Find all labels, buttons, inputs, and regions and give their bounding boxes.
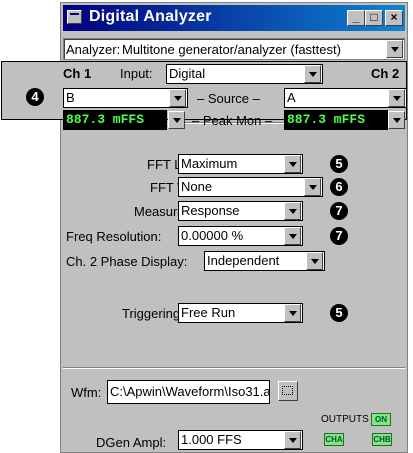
source-ch1-value: B	[66, 90, 75, 105]
output-cha-button[interactable]: CHA	[324, 433, 344, 446]
fft-length-dropdown-button[interactable]	[284, 155, 301, 173]
measurement-value: Response	[181, 203, 240, 218]
window-title: Digital Analyzer	[89, 8, 212, 25]
peak-mon-ch2-value: 887.3 mFFS	[287, 112, 366, 127]
source-ch2-value: A	[287, 90, 296, 105]
ch1-label: Ch 1	[63, 66, 92, 81]
minimize-button[interactable]: _	[347, 10, 365, 26]
callout-badge: 5	[330, 155, 348, 173]
peak-mon-ch2-readout: 887.3 mFFS	[284, 110, 388, 130]
triggering-label: Triggering:	[122, 306, 184, 321]
input-value: Digital	[169, 66, 206, 81]
callout-badge: 5	[330, 304, 348, 322]
title-bar[interactable]: Digital Analyzer _ □ ×	[63, 5, 405, 31]
peak-mon-label: – Peak Mon –	[192, 113, 273, 128]
input-select[interactable]: Digital	[166, 64, 323, 84]
analyzer-row: Analyzer: Multitone generator/analyzer (…	[63, 38, 405, 60]
callout-badge: 7	[330, 202, 348, 220]
source-label: – Source –	[197, 91, 260, 106]
callout-badge: 6	[330, 178, 348, 196]
browse-button[interactable]	[278, 381, 298, 401]
ch2-label: Ch 2	[371, 66, 400, 81]
peak-mon-ch1-dropdown-button[interactable]	[168, 111, 185, 129]
maximize-button[interactable]: □	[365, 10, 383, 26]
outputs-on-button[interactable]: ON	[371, 413, 391, 426]
peak-mon-ch2-dropdown-button[interactable]	[388, 111, 405, 129]
output-chb-button[interactable]: CHB	[372, 433, 392, 446]
phase-display-value: Independent	[207, 253, 280, 268]
callout-badge: 7	[330, 227, 348, 245]
dgen-ampl-value: 1.000 FFS	[181, 432, 242, 447]
peak-mon-ch1-value: 887.3 mFFS	[66, 112, 145, 127]
dgen-ampl-label: DGen Ampl:	[96, 435, 167, 450]
source-ch2-dropdown-button[interactable]	[388, 89, 405, 107]
phase-display-dropdown-button[interactable]	[306, 252, 323, 270]
input-label: Input:	[120, 66, 153, 81]
fft-length-value: Maximum	[181, 156, 238, 171]
peak-mon-ch1-readout: 887.3 mFFS	[63, 110, 167, 130]
callout-badge: 4	[26, 88, 44, 106]
phase-display-label: Ch. 2 Phase Display:	[66, 254, 188, 269]
divider	[63, 367, 405, 369]
fft-window-select[interactable]: None	[178, 177, 323, 197]
browse-icon	[282, 386, 293, 395]
fft-window-value: None	[181, 179, 213, 194]
triggering-dropdown-button[interactable]	[284, 304, 301, 322]
input-dropdown-button[interactable]	[304, 65, 321, 83]
triggering-value: Free Run	[181, 305, 236, 320]
waveform-path-value: C:\Apwin\Waveform\Iso31.ag	[110, 384, 270, 399]
analyzer-label: Analyzer:	[66, 42, 121, 57]
freq-resolution-label: Freq Resolution:	[66, 229, 162, 244]
measurement-dropdown-button[interactable]	[284, 202, 301, 220]
window-icon[interactable]	[67, 10, 82, 24]
freq-resolution-value: 0.00000 %	[181, 228, 244, 243]
analyzer-dropdown-button[interactable]	[386, 40, 403, 58]
analyzer-select[interactable]: Multitone generator/analyzer (fasttest)	[122, 41, 341, 59]
waveform-path-field[interactable]: C:\Apwin\Waveform\Iso31.ag	[107, 380, 270, 404]
outputs-label: OUTPUTS	[321, 414, 369, 425]
waveform-label: Wfm:	[71, 385, 102, 400]
freq-resolution-dropdown-button[interactable]	[284, 227, 301, 245]
inputs-section: Ch 1 Input: Digital Ch 2 4 B – Source – …	[1, 61, 407, 130]
dgen-ampl-dropdown-button[interactable]	[284, 431, 301, 449]
fft-window-dropdown-button[interactable]	[304, 178, 321, 196]
source-ch1-dropdown-button[interactable]	[169, 89, 186, 107]
close-button[interactable]: ×	[385, 10, 403, 26]
